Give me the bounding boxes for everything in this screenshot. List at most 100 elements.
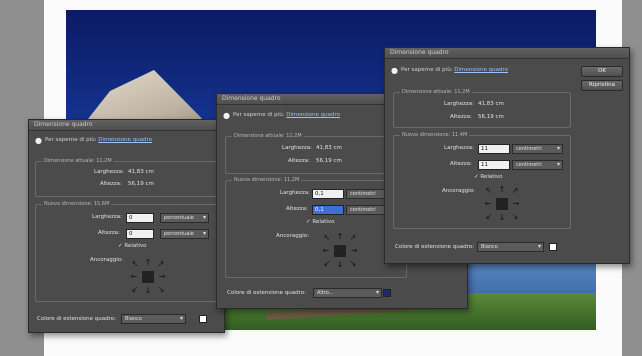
- relative-label: Relativo: [480, 174, 503, 180]
- canvas-size-dialog-left: Dimensione quadro ● Per saperne di più: …: [28, 119, 225, 333]
- anchor-arrow-down-icon[interactable]: ↓: [336, 261, 344, 269]
- dialog-title: Dimensione quadro: [29, 120, 224, 131]
- canvas-size-dialog-right: Dimensione quadro ● Per saperne di più: …: [384, 47, 630, 264]
- new-size-legend: Nuova dimensione: 15,6M: [42, 201, 112, 207]
- new-width-input[interactable]: 11: [478, 144, 510, 154]
- ext-color-swatch[interactable]: [383, 289, 391, 297]
- anchor-arrow-up-icon[interactable]: ↑: [498, 186, 506, 194]
- current-size-legend: Dimensione attuale: 11,2M: [232, 133, 304, 139]
- anchor-arrow-upleft-icon[interactable]: ↖: [323, 234, 331, 242]
- new-size-legend: Nuova dimensione: 11,2M: [232, 177, 302, 183]
- anchor-arrow-right-icon[interactable]: →: [350, 247, 358, 255]
- new-height-label: Altezza:: [450, 161, 472, 167]
- tip-link[interactable]: Dimensione quadro: [454, 67, 508, 73]
- anchor-label: Ancoraggio:: [276, 233, 309, 239]
- relative-checkbox[interactable]: ✓ Relativo: [474, 174, 503, 180]
- lightbulb-icon: ●: [391, 66, 398, 75]
- tip-text: Per saperne di più:: [45, 137, 97, 143]
- width-value: 41,83 cm: [316, 145, 342, 151]
- anchor-arrow-down-icon[interactable]: ↓: [498, 214, 506, 222]
- current-size-legend: Dimensione attuale: 11,2M: [400, 89, 472, 95]
- new-width-input[interactable]: 0: [126, 213, 154, 223]
- new-height-input[interactable]: 0: [126, 229, 154, 239]
- anchor-arrow-left-icon[interactable]: ←: [130, 273, 138, 281]
- width-label: Larghezza:: [94, 169, 124, 175]
- anchor-arrow-upleft-icon[interactable]: ↖: [131, 260, 139, 268]
- anchor-label: Ancoraggio:: [90, 257, 123, 263]
- ext-color-dropdown[interactable]: Bianco: [477, 242, 544, 252]
- height-value: 56,19 cm: [128, 181, 154, 187]
- relative-label: Relativo: [124, 243, 147, 249]
- width-label: Larghezza:: [282, 145, 312, 151]
- tip-line: Per saperne di più: Dimensione quadro: [401, 67, 508, 73]
- tip-text: Per saperne di più:: [233, 112, 285, 118]
- anchor-arrow-up-icon[interactable]: ↑: [336, 233, 344, 241]
- anchor-arrow-downleft-icon[interactable]: ↙: [323, 260, 331, 268]
- ext-color-label: Colore di estensione quadro:: [395, 244, 474, 250]
- height-label: Altezza:: [100, 181, 122, 187]
- height-label: Altezza:: [450, 114, 472, 120]
- anchor-arrow-right-icon[interactable]: →: [158, 273, 166, 281]
- width-label: Larghezza:: [444, 101, 474, 107]
- anchor-arrow-upright-icon[interactable]: ↗: [511, 187, 519, 195]
- tip-link[interactable]: Dimensione quadro: [98, 137, 152, 143]
- anchor-grid[interactable]: ↑ ↓ ← → ↖ ↗ ↙ ↘: [482, 184, 522, 224]
- new-height-unit-dropdown[interactable]: centimetri: [512, 160, 563, 170]
- current-size-group: Dimensione attuale: 11,2M Larghezza: 41,…: [393, 89, 571, 128]
- tip-line: Per saperne di più: Dimensione quadro: [45, 137, 152, 143]
- new-size-group: Nuova dimensione: 15,6M Larghezza: 0 per…: [35, 201, 219, 302]
- anchor-grid[interactable]: ↑ ↓ ← → ↖ ↗ ↙ ↘: [320, 231, 360, 271]
- new-height-label: Altezza:: [98, 230, 120, 236]
- new-width-label: Larghezza:: [280, 190, 310, 196]
- tip-link[interactable]: Dimensione quadro: [286, 112, 340, 118]
- anchor-arrow-upright-icon[interactable]: ↗: [349, 234, 357, 242]
- anchor-arrow-downleft-icon[interactable]: ↙: [131, 286, 139, 294]
- anchor-center-square[interactable]: [334, 245, 346, 257]
- new-size-legend: Nuova dimensione: 11,4M: [400, 132, 470, 138]
- ok-button[interactable]: OK: [581, 66, 623, 77]
- lightbulb-icon: ●: [223, 111, 230, 120]
- anchor-arrow-downright-icon[interactable]: ↘: [511, 213, 519, 221]
- anchor-arrow-upleft-icon[interactable]: ↖: [485, 187, 493, 195]
- anchor-grid[interactable]: ↑ ↓ ← → ↖ ↗ ↙ ↘: [128, 257, 168, 297]
- ext-color-swatch[interactable]: [199, 315, 207, 323]
- anchor-arrow-left-icon[interactable]: ←: [484, 200, 492, 208]
- width-value: 41,83 cm: [128, 169, 154, 175]
- anchor-arrow-downright-icon[interactable]: ↘: [349, 260, 357, 268]
- reset-button[interactable]: Ripristina: [581, 80, 623, 91]
- anchor-arrow-left-icon[interactable]: ←: [322, 247, 330, 255]
- current-size-legend: Dimensione attuale: 11,2M: [42, 158, 114, 164]
- anchor-arrow-down-icon[interactable]: ↓: [144, 287, 152, 295]
- new-size-group: Nuova dimensione: 11,2M Larghezza: 0,1 c…: [225, 177, 407, 278]
- new-width-unit-dropdown[interactable]: centimetri: [512, 144, 563, 154]
- current-size-group: Dimensione attuale: 11,2M Larghezza: 41,…: [225, 133, 407, 174]
- current-size-group: Dimensione attuale: 11,2M Larghezza: 41,…: [35, 158, 219, 197]
- relative-checkbox[interactable]: ✓ Relativo: [118, 243, 147, 249]
- ext-color-label: Colore di estensione quadro:: [227, 290, 306, 296]
- new-width-input[interactable]: 0,1: [312, 189, 344, 199]
- height-value: 56,19 cm: [316, 158, 342, 164]
- dialog-title: Dimensione quadro: [385, 48, 629, 59]
- anchor-arrow-downleft-icon[interactable]: ↙: [485, 213, 493, 221]
- new-height-unit-dropdown[interactable]: percentuale: [160, 229, 209, 239]
- ext-color-dropdown[interactable]: Altro...: [313, 288, 382, 298]
- new-width-label: Larghezza:: [444, 145, 474, 151]
- relative-checkbox[interactable]: ✓ Relativo: [306, 219, 335, 225]
- anchor-arrow-up-icon[interactable]: ↑: [144, 259, 152, 267]
- tip-line: Per saperne di più: Dimensione quadro: [233, 112, 340, 118]
- anchor-center-square[interactable]: [496, 198, 508, 210]
- anchor-center-square[interactable]: [142, 271, 154, 283]
- lightbulb-icon: ●: [35, 136, 42, 145]
- new-width-unit-dropdown[interactable]: percentuale: [160, 213, 209, 223]
- anchor-arrow-right-icon[interactable]: →: [512, 200, 520, 208]
- ext-color-dropdown[interactable]: Bianco: [121, 314, 186, 324]
- height-value: 56,19 cm: [478, 114, 504, 120]
- anchor-arrow-upright-icon[interactable]: ↗: [157, 260, 165, 268]
- new-height-input[interactable]: 0,1: [312, 205, 344, 215]
- ext-color-swatch[interactable]: [549, 243, 557, 251]
- anchor-arrow-downright-icon[interactable]: ↘: [157, 286, 165, 294]
- width-value: 41,83 cm: [478, 101, 504, 107]
- relative-label: Relativo: [312, 219, 335, 225]
- new-height-input[interactable]: 11: [478, 160, 510, 170]
- new-size-group: Nuova dimensione: 11,4M Larghezza: 11 ce…: [393, 132, 571, 229]
